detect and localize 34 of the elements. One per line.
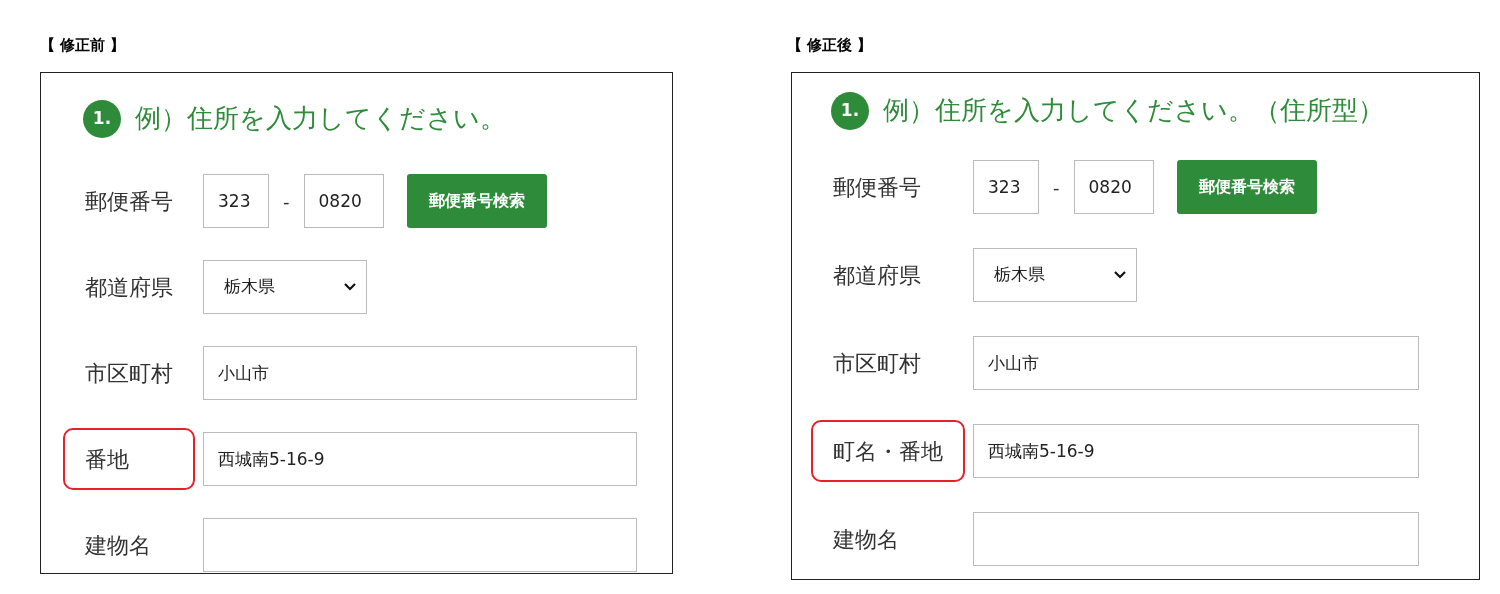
field-label: 都道府県 (832, 261, 922, 290)
input-field[interactable]: 323 (973, 160, 1039, 214)
separator-text: - (1053, 175, 1060, 200)
step-number: 1. (831, 91, 869, 130)
input-field[interactable]: 小山市 (203, 346, 637, 400)
field-label: 番地 (63, 428, 195, 490)
input-field[interactable]: 323 (203, 174, 269, 228)
select-dropdown[interactable]: 栃木県 (203, 260, 367, 314)
input-field[interactable]: 西城南5-16-9 (973, 424, 1419, 478)
input-field[interactable]: 西城南5-16-9 (203, 432, 637, 486)
step-number: 1. (83, 99, 121, 138)
field-label: 都道府県 (84, 273, 174, 302)
input-field[interactable]: 0820 (1073, 160, 1154, 214)
separator-text: - (283, 189, 290, 214)
field-label: 建物名 (84, 531, 152, 560)
select-dropdown[interactable]: 栃木県 (973, 248, 1137, 302)
search-button[interactable]: 郵便番号検索 (406, 174, 547, 228)
panel-caption: 【 修正前 】 (40, 35, 127, 56)
input-field[interactable] (973, 512, 1419, 566)
field-label: 町名・番地 (811, 420, 965, 482)
field-label: 建物名 (832, 525, 900, 554)
field-label: 市区町村 (832, 349, 922, 378)
field-label: 市区町村 (84, 359, 174, 388)
section-heading: 例）住所を入力してください。 (135, 102, 506, 135)
search-button[interactable]: 郵便番号検索 (1176, 160, 1317, 214)
input-field[interactable] (203, 518, 637, 572)
input-field[interactable]: 0820 (303, 174, 384, 228)
input-field[interactable]: 小山市 (973, 336, 1419, 390)
section-heading: 例）住所を入力してください。（住所型） (883, 94, 1384, 127)
field-label: 郵便番号 (832, 173, 922, 202)
field-label: 郵便番号 (84, 187, 174, 216)
panel-caption: 【 修正後 】 (787, 35, 874, 56)
chevron-down-icon (1114, 271, 1126, 279)
chevron-down-icon (344, 283, 356, 291)
